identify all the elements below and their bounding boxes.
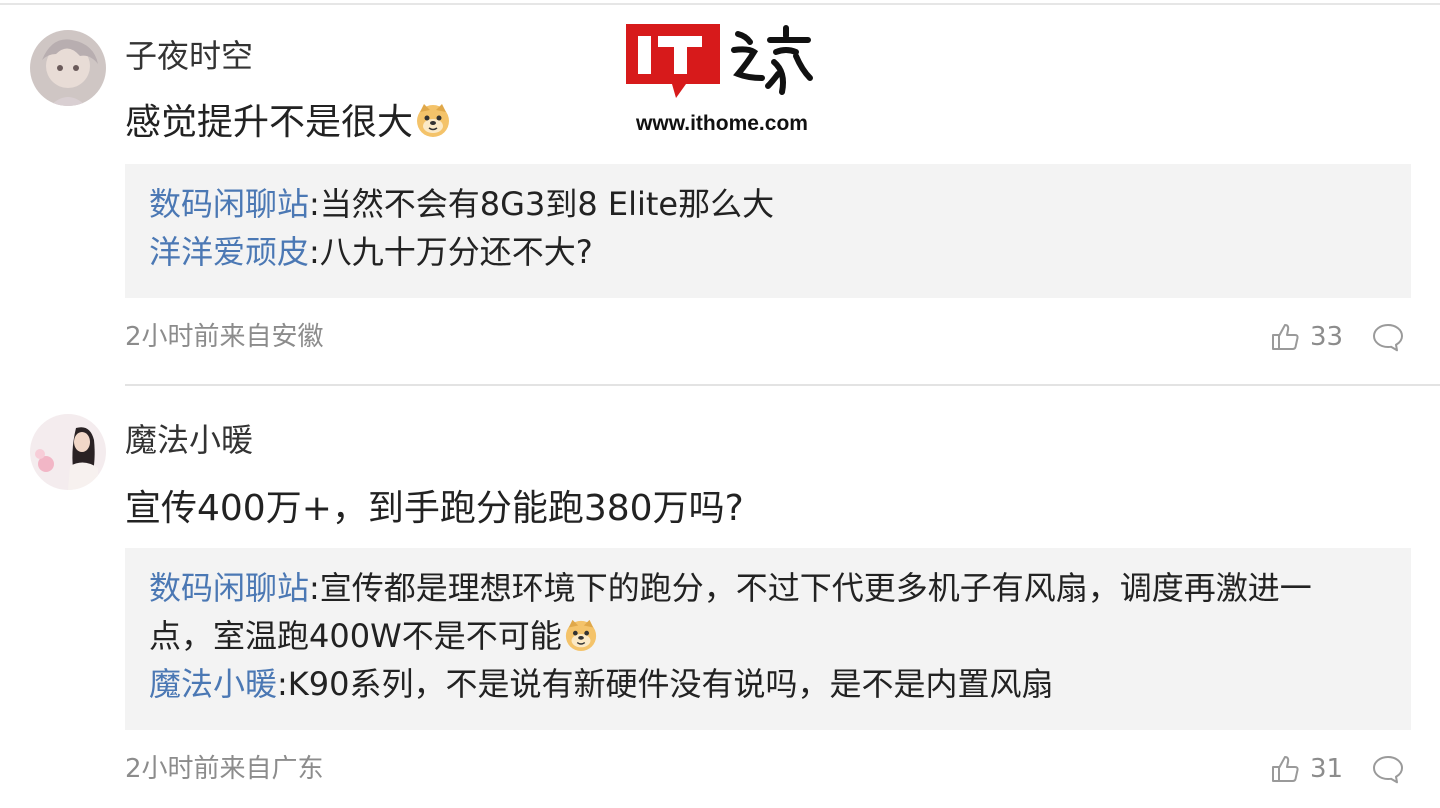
reply-item[interactable]: 魔法小暖:K90系列，不是说有新硬件没有说吗，是不是内置风扇 xyxy=(149,660,1387,708)
avatar[interactable] xyxy=(30,414,106,490)
avatar-image xyxy=(30,30,106,106)
thumbs-up-icon xyxy=(1272,324,1299,350)
comment-meta: 2小时前来自广东 xyxy=(125,754,324,784)
reply-text: :当然不会有8G3到8 Elite那么大 xyxy=(309,185,775,223)
doge-emoji xyxy=(417,104,450,137)
ithome-watermark: www.ithome.com xyxy=(626,22,818,140)
comment-content: 感觉提升不是很大 xyxy=(125,101,451,145)
comment-bubble-icon[interactable] xyxy=(1372,754,1404,784)
like-count: 31 xyxy=(1310,754,1344,784)
comment-divider xyxy=(125,384,1440,386)
comment-content: 宣传400万+，到手跑分能跑380万吗? xyxy=(125,488,744,529)
reply-text: :八九十万分还不大? xyxy=(309,233,593,271)
avatar-image xyxy=(30,414,106,490)
reply-item[interactable]: 数码闲聊站:当然不会有8G3到8 Elite那么大 xyxy=(149,180,1387,228)
watermark-url: www.ithome.com xyxy=(636,112,808,135)
like-button[interactable]: 31 xyxy=(1270,752,1343,786)
reply-username[interactable]: 洋洋爱顽皮 xyxy=(149,233,309,271)
avatar[interactable] xyxy=(30,30,106,106)
top-divider xyxy=(0,3,1440,5)
comment-username[interactable]: 子夜时空 xyxy=(125,36,253,76)
reply-list: 数码闲聊站:当然不会有8G3到8 Elite那么大 洋洋爱顽皮:八九十万分还不大… xyxy=(125,164,1411,298)
reply-username[interactable]: 数码闲聊站 xyxy=(149,569,309,607)
comment-username[interactable]: 魔法小暖 xyxy=(125,420,253,460)
reply-item[interactable]: 数码闲聊站:宣传都是理想环境下的跑分，不过下代更多机子有风扇，调度再激进一 xyxy=(149,564,1387,612)
ithome-logo-icon xyxy=(626,24,813,98)
doge-emoji xyxy=(565,619,596,652)
thumbs-up-icon xyxy=(1272,756,1299,782)
comment-bubble-icon[interactable] xyxy=(1372,322,1404,352)
reply-text: 点，室温跑400W不是不可能 xyxy=(149,617,562,655)
reply-item[interactable]: 洋洋爱顽皮:八九十万分还不大? xyxy=(149,228,1387,276)
reply-text: :宣传都是理想环境下的跑分，不过下代更多机子有风扇，调度再激进一 xyxy=(309,569,1312,607)
like-count: 33 xyxy=(1310,322,1344,352)
reply-username[interactable]: 数码闲聊站 xyxy=(149,185,309,223)
reply-list: 数码闲聊站:宣传都是理想环境下的跑分，不过下代更多机子有风扇，调度再激进一 点，… xyxy=(125,548,1411,730)
reply-text: :K90系列，不是说有新硬件没有说吗，是不是内置风扇 xyxy=(277,665,1054,703)
reply-username[interactable]: 魔法小暖 xyxy=(149,665,277,703)
comment-meta: 2小时前来自安徽 xyxy=(125,322,324,352)
reply-item-continuation: 点，室温跑400W不是不可能 xyxy=(149,612,1387,660)
like-button[interactable]: 33 xyxy=(1270,320,1343,354)
